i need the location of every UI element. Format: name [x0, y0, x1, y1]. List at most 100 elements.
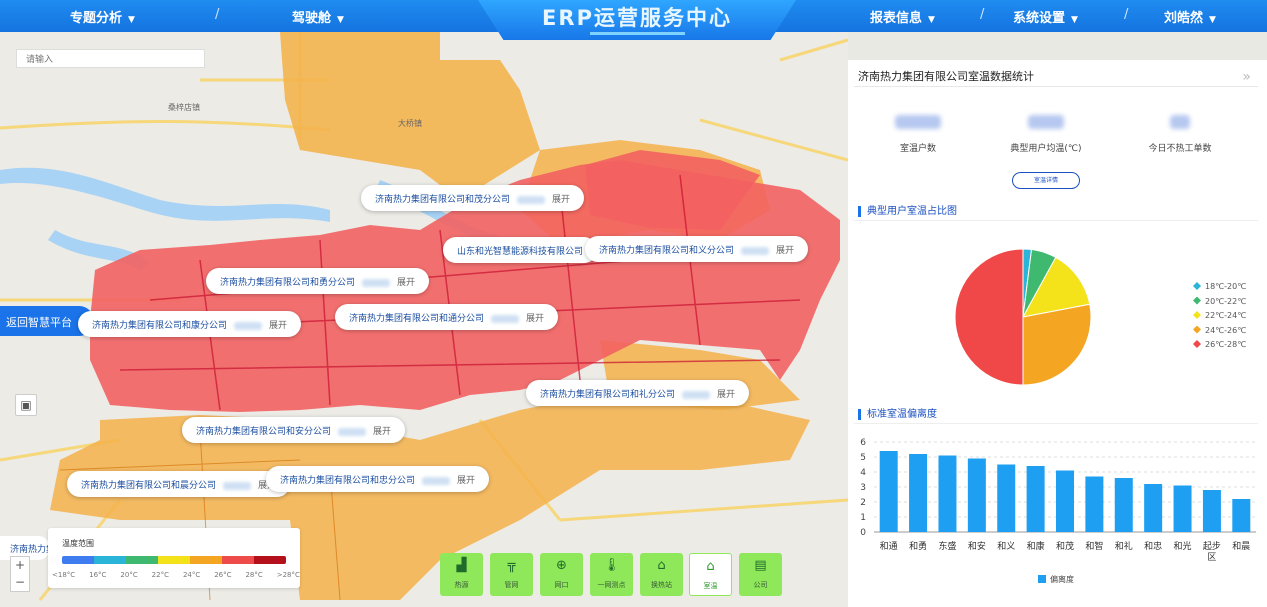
y-tick-label: 0: [860, 528, 866, 538]
company-name: 济南热力集团有限公司和忠分公司: [280, 476, 416, 486]
company-label-heyi[interactable]: 济南热力集团有限公司和义分公司 展开: [585, 236, 809, 262]
stat-label: 今日不热工单数: [1148, 144, 1212, 154]
pie-legend-item[interactable]: 26℃-28℃: [1193, 340, 1246, 355]
pie-slice[interactable]: [954, 248, 1024, 386]
legend-color-segment: [62, 556, 94, 564]
bar[interactable]: [938, 455, 957, 533]
stat-label: 室温户数: [899, 144, 936, 154]
pie-legend-item[interactable]: 20℃-22℃: [1193, 296, 1246, 312]
company-label-hezhong[interactable]: 济南热力集团有限公司和忠分公司 展开: [266, 466, 490, 492]
nav-system-settings[interactable]: 系统设置 ▼: [1013, 7, 1078, 26]
nav-special-analysis[interactable]: 专题分析 ▼: [70, 7, 135, 26]
company-label-hetong[interactable]: 济南热力集团有限公司和通分公司 展开: [335, 304, 559, 330]
legend-label: 18℃-20℃: [1205, 282, 1247, 291]
bar[interactable]: [1173, 485, 1192, 533]
expand-link[interactable]: 展开: [717, 390, 735, 400]
company-name: 济南热力集团有限公司和勇分公司: [220, 278, 356, 288]
layer-toggle-icon[interactable]: ▣: [15, 394, 37, 416]
company-name: 济南热力集团有限公司和礼分公司: [540, 390, 676, 400]
bar[interactable]: [1085, 476, 1104, 533]
nav-reports[interactable]: 报表信息 ▼: [870, 7, 935, 26]
company-label-heli[interactable]: 济南热力集团有限公司和礼分公司 展开: [526, 380, 750, 406]
place-label-sangzidian: 桑梓店镇: [168, 102, 200, 112]
stats-panel: 济南热力集团有限公司室温数据统计 » 室温户数 典型用户均温(℃) 今日不热工单…: [848, 60, 1267, 607]
layer-button-port[interactable]: ⊕ 网口: [540, 553, 583, 596]
pie-chart[interactable]: [948, 242, 1098, 392]
layer-button-heat-station[interactable]: ⌂ 换热站: [640, 553, 683, 596]
zoom-out-button[interactable]: −: [11, 574, 29, 591]
bar[interactable]: [1144, 484, 1163, 532]
house-icon: ⌂: [657, 558, 666, 573]
expand-link[interactable]: 展开: [526, 314, 544, 324]
bar[interactable]: [1232, 499, 1251, 532]
expand-link[interactable]: 展开: [776, 246, 794, 256]
expand-link[interactable]: 展开: [269, 321, 287, 331]
return-label: 返回智慧平台: [6, 316, 72, 329]
bar[interactable]: [1056, 470, 1074, 533]
bar-chart[interactable]: 0 1 2 3 4 5 6 和通 和勇 东盛 和安 和义 和康 和茂 和智 和礼 和忠 和光 起步区和晨: [848, 432, 1267, 592]
bar[interactable]: [909, 454, 928, 532]
expand-link[interactable]: 展开: [397, 278, 415, 288]
expand-link[interactable]: 展开: [457, 476, 475, 486]
bar[interactable]: [1202, 490, 1221, 532]
zoom-in-button[interactable]: +: [11, 557, 29, 574]
layer-button-primary-measure[interactable]: 🌡 一网测点: [590, 553, 633, 596]
section-divider: [854, 220, 1258, 221]
legend-label: 22℃-24℃: [1205, 311, 1247, 320]
pipe-icon: ╦: [507, 558, 516, 573]
company-label-hekang[interactable]: 济南热力集团有限公司和康分公司 展开: [78, 311, 302, 337]
legend-color-segment: [190, 556, 222, 564]
app-title: ERP运营服务中心: [542, 6, 732, 30]
x-tick-label: 东盛: [938, 540, 956, 552]
bar[interactable]: [879, 451, 898, 532]
bar[interactable]: [1114, 478, 1133, 532]
temp-value: [491, 314, 520, 323]
zoom-control[interactable]: + −: [10, 556, 30, 592]
title-underline: [590, 32, 685, 35]
temp-value: [338, 427, 367, 436]
legend-ticks: <18°C 16°C 20°C 22°C 24°C 26°C 28°C >28°C: [52, 571, 300, 579]
temp-value: [223, 481, 252, 490]
pie-legend-item[interactable]: 22℃-24℃: [1193, 311, 1246, 326]
caret-down-icon: ▼: [1071, 15, 1078, 25]
legend-swatch: [1193, 311, 1201, 319]
company-label-hemao[interactable]: 济南热力集团有限公司和茂分公司 展开: [361, 185, 585, 211]
company-label-heguang[interactable]: 山东和光智慧能源科技有限公司: [443, 237, 598, 263]
company-label-hean[interactable]: 济南热力集团有限公司和安分公司 展开: [182, 417, 406, 443]
company-label-hechen[interactable]: 济南热力集团有限公司和晨分公司 展开: [67, 471, 291, 497]
bar[interactable]: [997, 464, 1016, 533]
layer-button-company[interactable]: ▤ 公司: [739, 553, 782, 596]
pie-legend-item[interactable]: 24℃-26℃: [1193, 325, 1247, 341]
bar[interactable]: [967, 458, 986, 533]
bar-section-title: 标准室温偏离度: [858, 409, 937, 420]
y-tick-label: 5: [860, 453, 866, 463]
legend-label: 24℃-26℃: [1205, 325, 1247, 335]
legend-swatch: [1193, 340, 1201, 348]
company-name: 济南热力集团有限公司和晨分公司: [81, 481, 217, 491]
pie-legend-item[interactable]: 18℃-20℃: [1193, 282, 1246, 297]
nav-user-menu[interactable]: 刘皓然 ▼: [1164, 7, 1216, 26]
expand-link[interactable]: 展开: [373, 427, 391, 437]
legend-tick: 26°C: [214, 571, 232, 579]
place-label-daqiao: 大桥镇: [398, 118, 422, 128]
legend-tick: 16°C: [89, 571, 107, 579]
collapse-panel-icon[interactable]: »: [1242, 69, 1251, 85]
nav-cockpit[interactable]: 驾驶舱 ▼: [292, 7, 344, 26]
company-name: 济南热力集团有限公司和安分公司: [196, 427, 332, 437]
layer-button-pipe-network[interactable]: ╦ 管网: [490, 553, 533, 596]
layer-button-heat-source[interactable]: ▟ 热源: [440, 553, 483, 596]
search-input[interactable]: [16, 49, 205, 68]
home-temp-icon: ⌂: [706, 559, 715, 574]
company-label-heyong[interactable]: 济南热力集团有限公司和勇分公司 展开: [206, 268, 430, 294]
stat-label: 典型用户均温(℃): [1010, 144, 1082, 154]
button-label: 热源: [454, 581, 469, 589]
expand-link[interactable]: 展开: [552, 195, 570, 205]
pie-section-title: 典型用户室温占比图: [858, 206, 957, 217]
company-name: 济南热力集团有限公司和义分公司: [599, 246, 735, 256]
nav-label: 驾驶舱: [292, 11, 332, 26]
company-name: 山东和光智慧能源科技有限公司: [457, 247, 584, 257]
bar[interactable]: [1026, 466, 1045, 532]
layer-button-room-temp[interactable]: ⌂ 室温: [689, 553, 732, 596]
pie-slice[interactable]: [1022, 303, 1092, 386]
room-temp-detail-button[interactable]: 室温详情: [1012, 172, 1080, 189]
